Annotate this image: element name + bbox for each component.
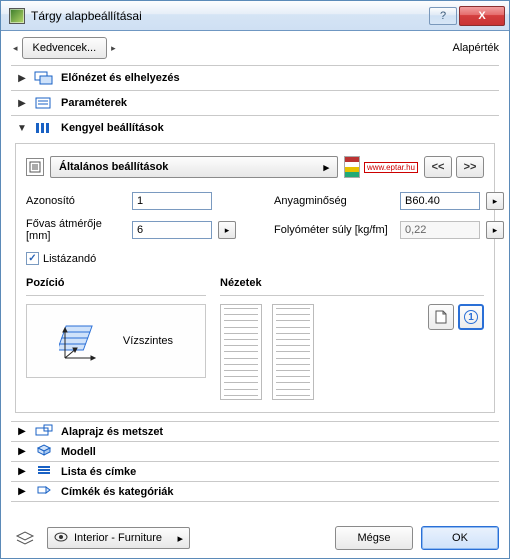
id-label: Azonosító <box>26 195 126 207</box>
cancel-label: Mégse <box>357 532 390 544</box>
params-icon <box>33 95 55 111</box>
panel-settings-label: Kengyel beállítások <box>61 122 164 134</box>
panel-list[interactable]: ▶ Lista és címke <box>11 461 499 481</box>
defaults-label: Alapérték <box>453 42 499 54</box>
panel-model[interactable]: ▶ Modell <box>11 441 499 461</box>
two-col: Pozíció <box>26 277 484 400</box>
window-title: Tárgy alapbeállításai <box>31 9 427 23</box>
top-row: ◂ Kedvencek... ▸ Alapérték <box>11 37 499 59</box>
panel-model-label: Modell <box>61 446 96 458</box>
position-title: Pozíció <box>26 277 206 289</box>
form-grid: Azonosító 1 Anyagminőség B60.40 ▸ Fővas … <box>26 192 484 242</box>
layer-dropdown[interactable]: Interior - Furniture ▸ <box>47 527 190 549</box>
tags-icon <box>33 484 55 499</box>
view-mode-badge[interactable]: 1 <box>458 304 484 330</box>
position-icon <box>59 318 105 364</box>
eptar-stripes-icon <box>344 156 360 178</box>
chevron-right-icon: ▶ <box>17 73 27 84</box>
id-input[interactable]: 1 <box>132 192 212 210</box>
general-dropdown-label: Általános beállítások <box>59 161 168 173</box>
preview-icon <box>33 70 55 86</box>
panel-settings[interactable]: ▼ Kengyel beállítások <box>11 117 499 139</box>
settings-body: Általános beállítások ▸ www.eptar.hu << … <box>15 143 495 413</box>
favorites-button[interactable]: Kedvencek... <box>22 37 108 59</box>
panel-list-label: Lista és címke <box>61 466 136 478</box>
client-area: ◂ Kedvencek... ▸ Alapérték ▶ Előnézet és… <box>1 31 509 560</box>
ok-label: OK <box>452 532 468 544</box>
weight-readonly: 0,22 <box>400 221 480 239</box>
rebar-preview-1 <box>220 304 262 400</box>
panel-tags-label: Címkék és kategóriák <box>61 486 174 498</box>
panel-floorplan-label: Alaprajz és metszet <box>61 426 163 438</box>
close-button[interactable]: X <box>459 6 505 26</box>
listable-label: Listázandó <box>43 253 96 265</box>
bottom-panels: ▶ Alaprajz és metszet ▶ Modell ▶ Lista é… <box>11 421 499 502</box>
layer-stack-icon <box>11 529 39 547</box>
eptar-logo: www.eptar.hu <box>344 154 418 180</box>
diameter-input[interactable]: 6 <box>132 221 212 239</box>
panel-preview-label: Előnézet és elhelyezés <box>61 72 180 84</box>
prev-button[interactable]: << <box>424 156 452 178</box>
general-row: Általános beállítások ▸ www.eptar.hu << … <box>26 154 484 180</box>
chevron-right-icon: ▶ <box>17 426 27 437</box>
footer: Interior - Furniture ▸ Mégse OK <box>11 526 499 550</box>
cancel-button[interactable]: Mégse <box>335 526 413 550</box>
rebar-preview-2 <box>272 304 314 400</box>
quality-picker-button[interactable]: ▸ <box>486 192 504 210</box>
chevron-right-icon: ▶ <box>17 466 27 477</box>
quality-input[interactable]: B60.40 <box>400 192 480 210</box>
chevron-right-icon: ▸ <box>323 161 329 174</box>
panel-params[interactable]: ▶ Paraméterek <box>11 92 499 114</box>
panel-preview[interactable]: ▶ Előnézet és elhelyezés <box>11 67 499 89</box>
view-badge-text: 1 <box>464 310 478 324</box>
favorites-label: Kedvencek... <box>33 42 97 54</box>
general-icon <box>26 158 44 176</box>
view-mode-paper[interactable] <box>428 304 454 330</box>
eptar-text: www.eptar.hu <box>364 162 418 173</box>
weight-label: Folyóméter súly [kg/fm] <box>274 224 394 236</box>
settings-icon <box>33 120 55 136</box>
next-button[interactable]: >> <box>456 156 484 178</box>
floorplan-icon <box>33 424 55 439</box>
nav-right-tiny[interactable]: ▸ <box>109 43 118 54</box>
ok-button[interactable]: OK <box>421 526 499 550</box>
diameter-label: Fővas átmérője [mm] <box>26 218 126 242</box>
eye-icon <box>54 531 68 545</box>
app-icon <box>9 8 25 24</box>
position-button[interactable]: Vízszintes <box>26 304 206 378</box>
chevron-right-icon: ▶ <box>17 446 27 457</box>
position-mode-label: Vízszintes <box>123 335 173 347</box>
chevron-down-icon: ▼ <box>17 123 27 134</box>
layer-dropdown-label: Interior - Furniture <box>74 532 162 544</box>
model-icon <box>33 444 55 459</box>
titlebar: Tárgy alapbeállításai ? X <box>1 1 509 31</box>
diameter-picker-button[interactable]: ▸ <box>218 221 236 239</box>
quality-label: Anyagminőség <box>274 195 394 207</box>
listable-checkbox[interactable]: ✓ <box>26 252 39 265</box>
panel-floorplan[interactable]: ▶ Alaprajz és metszet <box>11 421 499 441</box>
panel-params-label: Paraméterek <box>61 97 127 109</box>
chevron-right-icon: ▸ <box>177 532 183 545</box>
views-body: 1 <box>220 304 484 400</box>
panel-tags[interactable]: ▶ Címkék és kategóriák <box>11 481 499 502</box>
weight-picker-button[interactable]: ▸ <box>486 221 504 239</box>
listable-row[interactable]: ✓ Listázandó <box>26 252 484 265</box>
chevron-right-icon: ▶ <box>17 98 27 109</box>
list-icon <box>33 464 55 479</box>
views-title: Nézetek <box>220 277 484 289</box>
help-button[interactable]: ? <box>429 7 457 25</box>
general-dropdown[interactable]: Általános beállítások ▸ <box>50 156 338 178</box>
chevron-right-icon: ▶ <box>17 486 27 497</box>
nav-left-tiny[interactable]: ◂ <box>11 43 20 54</box>
